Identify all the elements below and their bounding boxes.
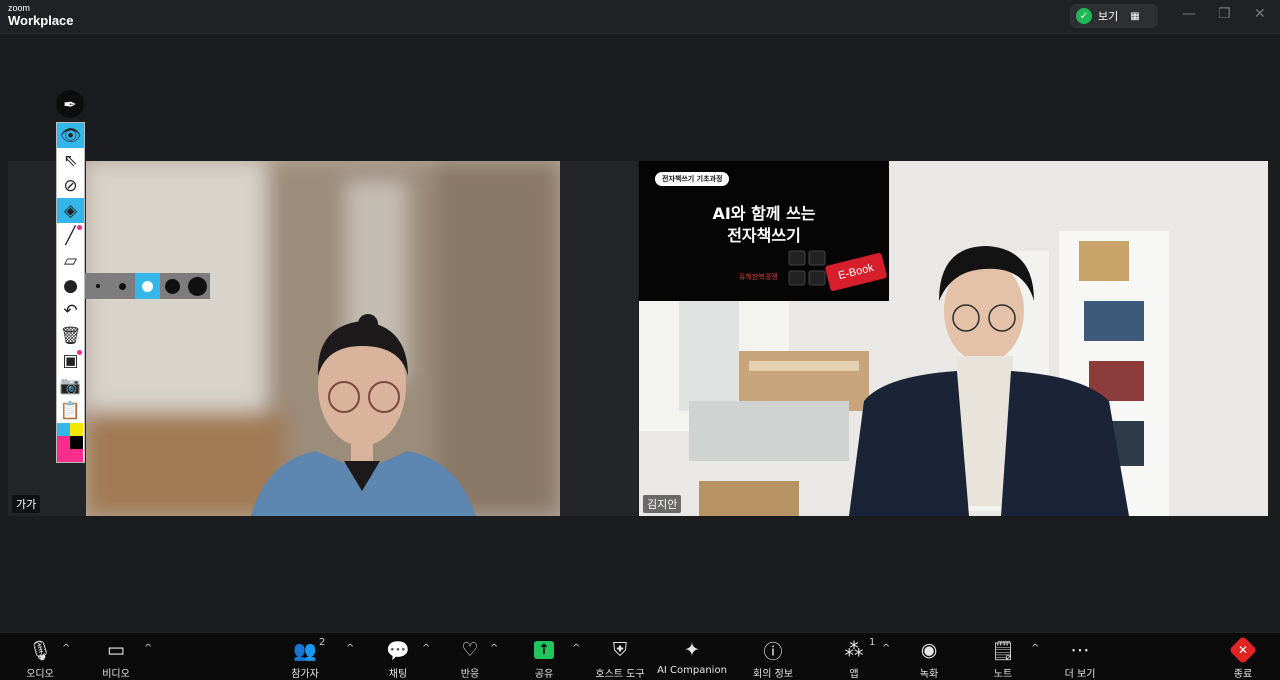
spotlight-icon[interactable]: ⊘ [57,173,84,198]
reactions-label: 반응 [460,669,480,680]
more-dots-icon: ⋯ [1070,639,1090,661]
video-label: 비디오 [102,669,130,680]
color-swatch-pink[interactable] [57,449,70,462]
banner-title-line2: 전자책쓰기 [727,226,801,245]
participants-options-caret-icon[interactable]: ^ [346,643,354,654]
size-option-3[interactable] [135,273,160,299]
meeting-info-button[interactable]: ⓘ 회의 정보 [733,637,813,680]
eraser-selected-icon[interactable]: ◈ [57,198,84,223]
size-option-1[interactable] [85,273,110,299]
title-bar: zoom Workplace ✓ 보기 ▦ — ❐ ✕ [0,0,1280,34]
grid-icon: ▦ [1130,10,1140,22]
notes-icon: 🗒 [990,639,1016,662]
security-shield-icon: ✓ [1076,8,1092,24]
pen-icon[interactable]: ╱ [57,223,84,248]
microphone-icon: 🎙 [27,639,53,662]
eraser-icon[interactable]: ▱ [57,248,84,273]
color-swatch-pink-2[interactable] [70,449,83,462]
color-swatch-yellow[interactable] [70,423,83,436]
trash-icon[interactable]: 🗑 [57,323,84,348]
participants-button[interactable]: 👥 참가자 [265,637,345,680]
sparkle-icon: ✦ [684,639,700,661]
share-label: 공유 [534,669,554,680]
end-button[interactable]: ✕ 종료 [1203,635,1280,680]
size-option-4[interactable] [160,273,185,299]
heart-icon: ♡ [461,639,479,661]
size-option-5[interactable] [185,273,210,299]
video-camera-icon: ▭ [107,639,125,661]
eye-icon[interactable]: 👁 [57,123,84,148]
stamp-icon[interactable]: ▣ [57,348,84,373]
apps-count: 1 [869,637,876,648]
annotation-toolbar: ✒ 👁 ⇖ ⊘ ◈ ╱ ▱ ● ↶ 🗑 ▣ 📷 📋 [56,90,85,463]
more-button[interactable]: ⋯ 더 보기 [1040,637,1120,680]
undo-icon[interactable]: ↶ [57,298,84,323]
size-dot-icon[interactable]: ● [57,273,84,298]
participants-count: 2 [319,637,326,648]
zoom-logo: zoom Workplace [8,3,74,28]
camera-icon[interactable]: 📷 [57,373,84,398]
apps-label: 앱 [849,669,859,680]
select-arrow-icon[interactable]: ⇖ [57,148,84,173]
stroke-size-picker [85,273,210,299]
minimize-icon[interactable]: — [1182,6,1196,22]
close-window-icon[interactable]: ✕ [1254,6,1266,22]
video-options-caret-icon[interactable]: ^ [144,643,152,654]
fountain-pen-icon[interactable]: ✒ [56,90,84,118]
color-swatch-black[interactable] [70,436,83,449]
participants-label: 참가자 [291,669,319,680]
audio-label: 오디오 [26,669,54,680]
meeting-info-label: 회의 정보 [753,669,793,680]
end-label: 종료 [1233,669,1253,680]
ai-companion-button[interactable]: ✦ AI Companion [652,637,732,676]
banner-title-line1: AI와 함께 쓰는 [712,204,816,223]
meeting-controls-bar: 🎙 오디오 ^ ▭ 비디오 ^ 👥 참가자 2 ^ 💬 채팅 ^ ♡ 반응 ^ … [0,632,1280,680]
audio-options-caret-icon[interactable]: ^ [62,643,70,654]
banner-author: 유쾌한북경쟁 [739,273,778,281]
participants-icon: 👥 [293,639,317,662]
notes-options-caret-icon[interactable]: ^ [1031,643,1039,654]
view-button[interactable]: ✓ 보기 ▦ [1070,4,1158,28]
apps-icon: ⁂ [844,639,864,661]
color-swatch-magenta[interactable] [57,436,70,449]
video-tile-2[interactable]: 전자책쓰기 기초과정 AI와 함께 쓰는 전자책쓰기 유쾌한북경쟁 E-Book… [639,161,1268,516]
host-shield-icon: ⛨ [612,639,628,661]
ebook-key-graphic: E-Book [824,252,888,292]
participant-video-1 [86,161,560,516]
ai-companion-label: AI Companion [657,665,727,676]
keyboard-keys-graphic [788,250,826,286]
color-swatch-cyan[interactable] [57,423,70,436]
video-tile-1[interactable]: 가가 [8,161,638,516]
info-icon: ⓘ [763,640,783,663]
restore-icon[interactable]: ❐ [1218,6,1231,22]
share-screen-icon: ↑ [534,641,554,659]
course-pill: 전자책쓰기 기초과정 [655,172,730,186]
shared-banner: 전자책쓰기 기초과정 AI와 함께 쓰는 전자책쓰기 유쾌한북경쟁 E-Book [639,161,889,301]
host-tools-button[interactable]: ⛨ 호스트 도구 [580,637,660,680]
meeting-stage: 가가 전자책쓰기 기초과정 AI와 함께 쓰는 전자책쓰기 유쾌한북경쟁 E-B… [0,34,1280,632]
clipboard-icon[interactable]: 📋 [57,398,84,423]
chat-bubble-icon: 💬 [386,639,410,662]
color-palette [57,423,84,462]
participant-name-1: 가가 [12,495,41,513]
brand-small: zoom [8,3,31,13]
view-label: 보기 [1098,10,1119,23]
participant-name-2: 김지안 [643,495,682,513]
chat-label: 채팅 [388,669,408,680]
size-option-2[interactable] [110,273,135,299]
record-button[interactable]: ◉ 녹화 [889,637,969,680]
record-label: 녹화 [919,669,939,680]
more-label: 더 보기 [1064,669,1096,680]
host-tools-label: 호스트 도구 [595,669,645,680]
record-icon: ◉ [920,639,938,661]
notes-label: 노트 [993,669,1013,680]
brand-large: Workplace [8,13,74,28]
reactions-options-caret-icon[interactable]: ^ [490,643,498,654]
end-meeting-icon: ✕ [1228,635,1258,665]
